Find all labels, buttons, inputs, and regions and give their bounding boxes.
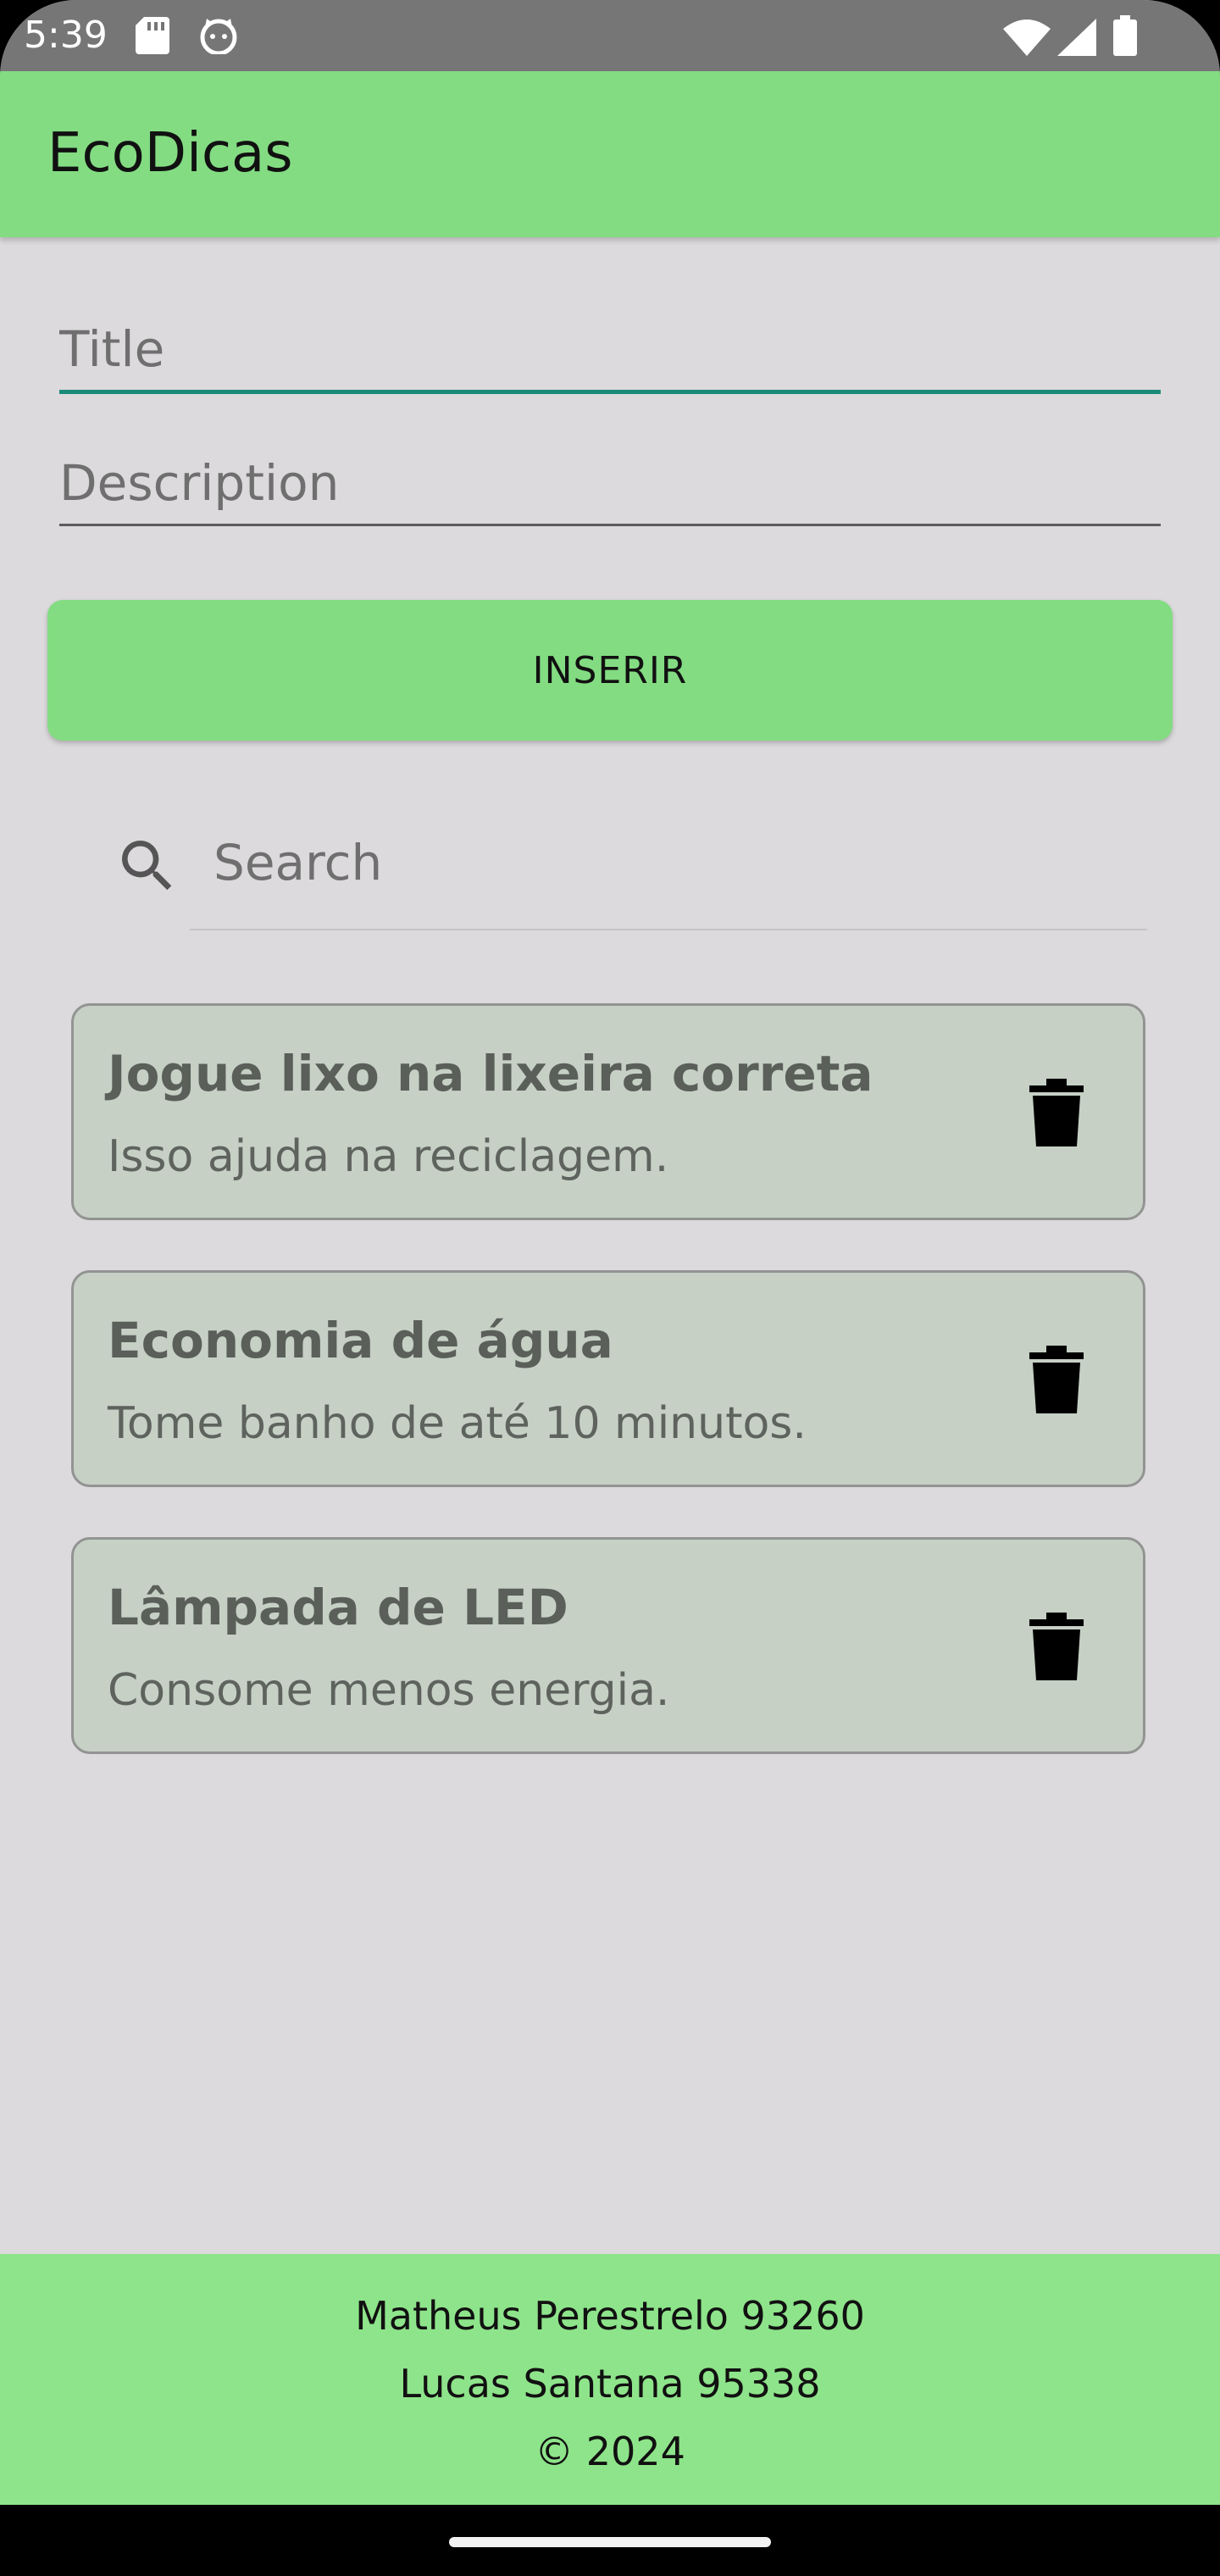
description-input[interactable] [59,454,1161,512]
app-bar: EcoDicas [0,71,1220,237]
search-underline [190,929,1147,930]
app-title: EcoDicas [47,122,293,185]
status-bar: 5:39 [0,0,1220,71]
tip-description: Tome banho de até 10 minutos. [108,1398,807,1449]
trash-icon[interactable] [1029,1613,1084,1680]
sd-card-icon [136,17,169,54]
status-time: 5:39 [24,14,108,57]
trash-icon[interactable] [1029,1079,1084,1146]
tip-card[interactable]: Lâmpada de LED Consome menos energia. [71,1537,1145,1754]
tip-title: Economia de água [108,1312,613,1369]
app-screen: 5:39 EcoDicas Title Description INSERIR … [0,0,1220,2576]
footer-copyright: © 2024 [535,2429,685,2474]
search-bar[interactable] [105,813,1147,932]
title-field[interactable] [59,320,1161,394]
tip-card[interactable]: Jogue lixo na lixeira correta Isso ajuda… [71,1003,1145,1220]
description-field-underline [59,524,1161,526]
battery-icon [1113,15,1137,56]
cat-face-icon [200,19,237,54]
signal-icon [1057,19,1096,56]
footer: Matheus Perestrelo 93260 Lucas Santana 9… [0,2254,1220,2505]
trash-icon[interactable] [1029,1346,1084,1413]
search-icon[interactable] [114,832,181,900]
insert-button-label: INSERIR [532,648,688,692]
tip-title: Jogue lixo na lixeira correta [108,1045,873,1102]
tip-title: Lâmpada de LED [108,1579,568,1636]
tip-description: Consome menos energia. [108,1665,670,1716]
title-input[interactable] [59,320,1161,378]
home-gesture-handle[interactable] [449,2537,771,2547]
navigation-bar [0,2505,1220,2576]
description-field[interactable] [59,454,1161,526]
search-input[interactable] [214,834,1061,891]
footer-author-1: Matheus Perestrelo 93260 [355,2293,865,2339]
insert-button[interactable]: INSERIR [47,600,1173,741]
tip-card[interactable]: Economia de água Tome banho de até 10 mi… [71,1270,1145,1487]
title-field-underline [59,390,1161,394]
tip-description: Isso ajuda na reciclagem. [108,1131,669,1182]
wifi-icon [1003,19,1051,56]
footer-author-2: Lucas Santana 95338 [399,2361,821,2407]
